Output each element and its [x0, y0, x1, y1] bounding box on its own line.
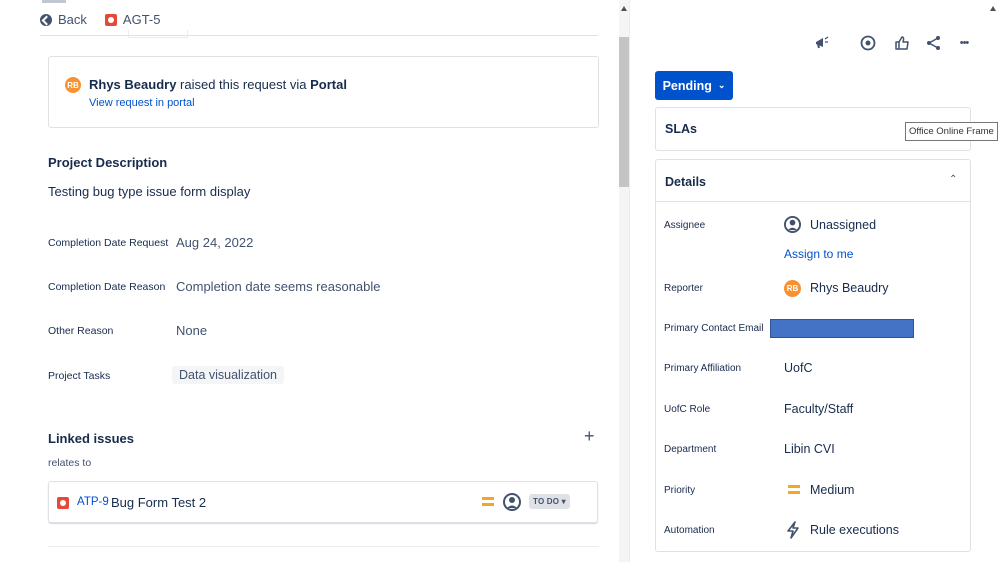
- issue-header-bar: Back AGT-5: [40, 4, 598, 36]
- linked-issue-key[interactable]: ATP-9: [77, 496, 109, 508]
- priority-value[interactable]: Medium: [810, 483, 854, 497]
- medium-priority-icon: [482, 497, 494, 507]
- bug-issue-type-icon: [104, 13, 117, 26]
- uofc-role-label: UofC Role: [664, 404, 711, 415]
- completion-date-request-value[interactable]: Aug 24, 2022: [176, 235, 253, 250]
- request-origin-card: RB Rhys Beaudry raised this request via …: [48, 56, 599, 128]
- eye-icon[interactable]: [858, 33, 878, 53]
- back-button[interactable]: Back: [40, 12, 87, 27]
- issue-key-breadcrumb[interactable]: AGT-5: [104, 12, 161, 27]
- reporter-value[interactable]: Rhys Beaudry: [810, 281, 889, 295]
- project-description-text: Testing bug type issue form display: [48, 184, 251, 199]
- back-label: Back: [58, 12, 87, 27]
- chevron-down-icon: ▾: [561, 497, 566, 506]
- primary-affiliation-value[interactable]: UofC: [784, 361, 812, 375]
- project-task-tag[interactable]: Data visualization: [172, 366, 284, 384]
- sidebar-scroll-up-arrow-icon[interactable]: [990, 6, 996, 11]
- chevron-up-icon[interactable]: ⌃: [949, 174, 957, 185]
- slas-heading: SLAs: [665, 122, 697, 136]
- lightning-bolt-icon: [787, 521, 799, 539]
- linked-issues-heading: Linked issues: [48, 431, 134, 446]
- uofc-role-value[interactable]: Faculty/Staff: [784, 402, 853, 416]
- megaphone-icon[interactable]: [812, 33, 832, 53]
- office-frame-tooltip: Office Online Frame: [905, 122, 998, 141]
- reporter-avatar: RB: [65, 77, 81, 93]
- raised-by-text: raised this request via: [176, 77, 311, 92]
- rule-executions-link[interactable]: Rule executions: [810, 523, 899, 537]
- header-tab-outline: [128, 30, 188, 38]
- add-linked-issue-button[interactable]: +: [584, 426, 595, 447]
- other-reason-label: Other Reason: [48, 325, 114, 337]
- status-transition-button[interactable]: Pending ⌄: [655, 71, 733, 100]
- raised-by-line: Rhys Beaudry raised this request via Por…: [89, 77, 347, 92]
- completion-date-reason-label: Completion Date Reason: [48, 281, 166, 293]
- linked-issue-card[interactable]: ATP-9 Bug Form Test 2 TO DO ▾: [48, 481, 598, 523]
- chevron-down-icon: ⌄: [717, 80, 726, 90]
- unassigned-user-icon: [503, 493, 521, 511]
- issue-key-label: AGT-5: [122, 12, 161, 27]
- department-label: Department: [664, 444, 717, 455]
- priority-label: Priority: [664, 485, 696, 496]
- assignee-label: Assignee: [664, 220, 706, 231]
- details-header[interactable]: Details ⌃: [656, 160, 970, 202]
- project-tasks-label: Project Tasks: [48, 370, 111, 382]
- completion-date-request-label: Completion Date Request: [48, 237, 169, 249]
- linked-issue-summary[interactable]: Bug Form Test 2: [111, 495, 206, 510]
- primary-contact-email-label: Primary Contact Email: [664, 323, 764, 334]
- scroll-up-arrow-icon[interactable]: [621, 6, 627, 11]
- assignee-value[interactable]: Unassigned: [810, 218, 876, 232]
- panel-divider: [629, 0, 630, 562]
- share-icon[interactable]: [924, 33, 944, 53]
- top-accent-bar: [42, 0, 66, 3]
- status-label: Pending: [662, 78, 712, 93]
- raised-by-name: Rhys Beaudry: [89, 77, 177, 92]
- more-actions-icon[interactable]: •••: [954, 33, 974, 53]
- redacted-email-block: [770, 319, 914, 338]
- back-arrow-icon: [40, 13, 52, 26]
- section-divider: [48, 546, 599, 547]
- thumbs-up-icon[interactable]: [892, 33, 912, 53]
- primary-affiliation-label: Primary Affiliation: [664, 363, 742, 374]
- department-value[interactable]: Libin CVI: [784, 442, 835, 456]
- linked-issue-status-badge[interactable]: TO DO ▾: [529, 494, 570, 509]
- view-request-in-portal-link[interactable]: View request in portal: [89, 97, 195, 109]
- reporter-avatar: RB: [784, 280, 801, 297]
- medium-priority-icon: [788, 485, 800, 495]
- unassigned-user-icon: [784, 216, 801, 233]
- main-scrollbar-thumb[interactable]: [619, 37, 629, 187]
- bug-issue-type-icon: [57, 497, 69, 509]
- status-badge-label: TO DO: [533, 497, 560, 506]
- assign-to-me-link[interactable]: Assign to me: [784, 247, 853, 261]
- automation-label: Automation: [664, 525, 715, 536]
- reporter-label: Reporter: [664, 283, 703, 294]
- details-heading: Details: [665, 175, 706, 189]
- completion-date-reason-value[interactable]: Completion date seems reasonable: [176, 279, 381, 294]
- raised-channel: Portal: [310, 77, 347, 92]
- link-relation-label: relates to: [48, 457, 92, 469]
- other-reason-value[interactable]: None: [176, 323, 207, 338]
- project-description-heading: Project Description: [48, 155, 168, 170]
